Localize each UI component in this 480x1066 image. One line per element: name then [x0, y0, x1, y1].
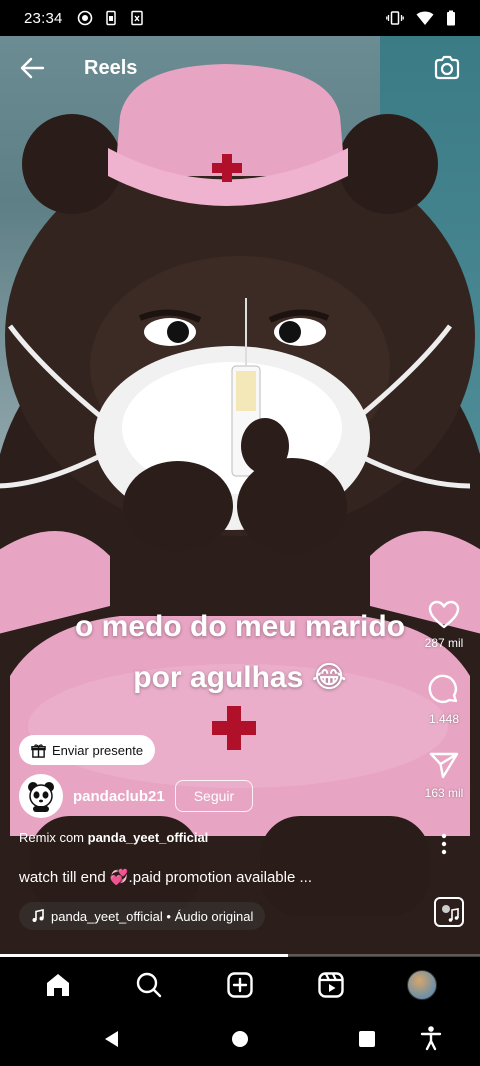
audio-label: panda_yeet_official • Áudio original	[51, 908, 254, 924]
comment-count: 1.448	[428, 712, 460, 726]
comment-button[interactable]: 1.448	[428, 674, 460, 726]
status-left-icons	[77, 10, 145, 26]
caption-line-1: o medo do meu marido	[74, 610, 406, 643]
action-rail: 287 mil 1.448 163 mil	[418, 600, 470, 866]
system-back-button[interactable]	[102, 1029, 120, 1049]
author-row: pandaclub21 Seguir	[19, 774, 254, 818]
status-right-icons	[386, 10, 456, 26]
system-home-button[interactable]	[230, 1029, 250, 1049]
nav-home[interactable]	[34, 961, 82, 1009]
create-icon[interactable]	[226, 971, 254, 999]
bear-nurse-illustration	[0, 64, 480, 956]
bottom-nav	[0, 957, 480, 1013]
recents-square-icon[interactable]	[357, 1029, 377, 1049]
back-triangle-icon[interactable]	[102, 1029, 120, 1049]
top-bar: Reels	[0, 36, 480, 100]
share-count: 163 mil	[424, 786, 464, 800]
more-icon[interactable]	[440, 832, 448, 856]
music-note-icon	[32, 909, 44, 922]
author-avatar[interactable]	[19, 774, 63, 818]
remix-source-link[interactable]: panda_yeet_official	[88, 830, 209, 845]
vibrate-icon	[386, 11, 404, 25]
status-time: 23:34	[24, 9, 63, 27]
audio-thumbnail[interactable]	[434, 897, 464, 927]
send-gift-button[interactable]: Enviar presente	[19, 735, 156, 765]
caption-line-2: por agulhas 😂	[133, 661, 347, 694]
reel-video[interactable]	[0, 36, 480, 956]
remix-line: Remix com panda_yeet_official	[19, 830, 208, 845]
like-count: 287 mil	[424, 636, 464, 650]
camera-icon[interactable]	[432, 53, 462, 83]
nav-reels[interactable]	[307, 961, 355, 1009]
panda-avatar-icon	[28, 782, 54, 812]
follow-button[interactable]: Seguir	[174, 780, 254, 812]
send-icon[interactable]	[428, 750, 460, 780]
system-nav-bar	[0, 1013, 480, 1066]
accessibility-button[interactable]	[420, 1025, 442, 1051]
audio-page-icon	[442, 905, 459, 922]
record-icon	[77, 10, 92, 26]
nav-create[interactable]	[216, 961, 264, 1009]
gift-icon	[31, 743, 46, 758]
nav-search[interactable]	[125, 961, 173, 1009]
sim-icon	[105, 10, 116, 26]
system-recents-button[interactable]	[357, 1029, 377, 1049]
comment-icon[interactable]	[428, 674, 460, 706]
accessibility-icon[interactable]	[420, 1025, 442, 1051]
home-circle-icon[interactable]	[230, 1029, 250, 1049]
author-username[interactable]: pandaclub21	[73, 788, 165, 805]
battery-icon	[447, 10, 455, 26]
like-button[interactable]: 287 mil	[424, 600, 464, 650]
app-notification-icon	[130, 10, 143, 26]
heart-icon[interactable]	[428, 600, 460, 630]
more-button[interactable]	[440, 832, 448, 856]
page-title: Reels	[84, 56, 138, 79]
status-bar: 23:34	[0, 0, 480, 36]
reels-icon[interactable]	[317, 971, 345, 999]
home-icon[interactable]	[44, 971, 72, 999]
search-icon[interactable]	[135, 971, 163, 999]
back-arrow-icon[interactable]	[18, 54, 46, 82]
nav-profile[interactable]	[398, 961, 446, 1009]
remix-prefix: Remix com	[19, 830, 85, 845]
share-button[interactable]: 163 mil	[424, 750, 464, 800]
send-gift-label: Enviar presente	[52, 742, 144, 758]
wifi-icon	[416, 11, 434, 25]
reel-description[interactable]: watch till end 💞.paid promotion availabl…	[19, 868, 312, 886]
profile-icon[interactable]	[407, 970, 438, 1000]
audio-pill[interactable]: panda_yeet_official • Áudio original	[19, 902, 266, 930]
